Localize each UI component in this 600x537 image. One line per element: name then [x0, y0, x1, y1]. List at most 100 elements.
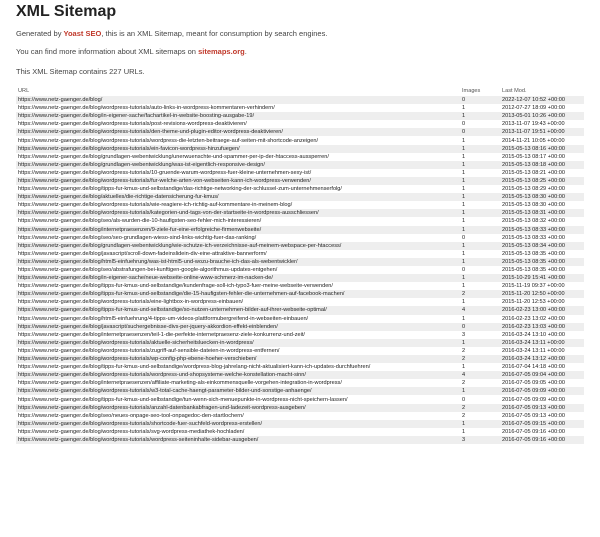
url-cell[interactable]: https://www.netz-gaenger.de/blog/seo/neu… [16, 411, 460, 420]
table-row: https://www.netz-gaenger.de/blog/html5-e… [16, 314, 584, 323]
url-cell[interactable]: https://www.netz-gaenger.de/blog/wordpre… [16, 201, 460, 210]
url-cell[interactable]: https://www.netz-gaenger.de/blog/javascr… [16, 249, 460, 258]
images-cell: 4 [460, 371, 500, 380]
url-cell[interactable]: https://www.netz-gaenger.de/blog/wordpre… [16, 355, 460, 364]
url-cell[interactable]: https://www.netz-gaenger.de/blog/grundla… [16, 241, 460, 250]
lastmod-cell: 2015-11-20 12:50 +00:00 [500, 290, 584, 299]
url-cell[interactable]: https://www.netz-gaenger.de/blog/interne… [16, 225, 460, 234]
url-cell[interactable]: https://www.netz-gaenger.de/blog/wordpre… [16, 346, 460, 355]
url-cell[interactable]: https://www.netz-gaenger.de/blog/wordpre… [16, 371, 460, 380]
images-cell: 1 [460, 282, 500, 291]
url-cell[interactable]: https://www.netz-gaenger.de/blog/wordpre… [16, 144, 460, 153]
sitemaps-org-link[interactable]: sitemaps.org [198, 47, 245, 56]
images-cell: 1 [460, 136, 500, 145]
images-cell: 1 [460, 144, 500, 153]
url-cell[interactable]: https://www.netz-gaenger.de/blog/wordpre… [16, 435, 460, 445]
intro-text: Generated by Yoast SEO, this is an XML S… [16, 29, 327, 38]
table-row: https://www.netz-gaenger.de/blog/wordpre… [16, 387, 584, 396]
lastmod-cell: 2012-07-27 18:09 +00:00 [500, 104, 584, 113]
more-suffix: . [244, 47, 247, 56]
table-row: https://www.netz-gaenger.de/blog/wordpre… [16, 419, 584, 428]
url-cell[interactable]: https://www.netz-gaenger.de/blog/wordpre… [16, 427, 460, 436]
url-cell[interactable]: https://www.netz-gaenger.de/blog/wordpre… [16, 128, 460, 137]
url-cell[interactable]: https://www.netz-gaenger.de/blog/tipps-f… [16, 290, 460, 299]
url-cell[interactable]: https://www.netz-gaenger.de/blog/wordpre… [16, 298, 460, 307]
url-cell[interactable]: https://www.netz-gaenger.de/blog/wordpre… [16, 338, 460, 347]
url-cell[interactable]: https://www.netz-gaenger.de/blog/html5-e… [16, 257, 460, 266]
url-cell[interactable]: https://www.netz-gaenger.de/blog/wordpre… [16, 209, 460, 218]
url-cell[interactable]: https://www.netz-gaenger.de/blog/wordpre… [16, 176, 460, 186]
images-cell: 1 [460, 419, 500, 428]
images-cell: 2 [460, 379, 500, 388]
table-row: https://www.netz-gaenger.de/blog/seo/als… [16, 217, 584, 226]
url-cell[interactable]: https://www.netz-gaenger.de/blog/wordpre… [16, 104, 460, 113]
lastmod-cell: 2015-05-13 08:17 +00:00 [500, 152, 584, 161]
url-cell[interactable]: https://www.netz-gaenger.de/blog/wordpre… [16, 120, 460, 129]
table-row: https://www.netz-gaenger.de/blog/tipps-f… [16, 185, 584, 194]
table-row: https://www.netz-gaenger.de/blog/javascr… [16, 249, 584, 258]
images-cell: 3 [460, 435, 500, 445]
lastmod-cell: 2016-07-04 14:18 +00:00 [500, 363, 584, 372]
url-cell[interactable]: https://www.netz-gaenger.de/blog/html5-e… [16, 314, 460, 323]
url-cell[interactable]: https://www.netz-gaenger.de/blog/tipps-f… [16, 282, 460, 291]
lastmod-cell: 2015-10-29 15:41 +00:00 [500, 274, 584, 283]
lastmod-cell: 2015-05-13 08:33 +00:00 [500, 233, 584, 242]
url-cell[interactable]: https://www.netz-gaenger.de/blog/tipps-f… [16, 395, 460, 404]
table-row: https://www.netz-gaenger.de/blog/seo/seo… [16, 233, 584, 242]
url-cell[interactable]: https://www.netz-gaenger.de/blog/seo/abs… [16, 265, 460, 275]
images-cell: 3 [460, 330, 500, 339]
url-cell[interactable]: https://www.netz-gaenger.de/blog/seo/als… [16, 217, 460, 226]
table-row: https://www.netz-gaenger.de/blog/tipps-f… [16, 290, 584, 299]
table-row: https://www.netz-gaenger.de/blog/javascr… [16, 322, 584, 331]
lastmod-cell: 2016-03-24 13:10 +00:00 [500, 330, 584, 339]
url-cell[interactable]: https://www.netz-gaenger.de/blog/wordpre… [16, 136, 460, 145]
images-cell: 1 [460, 201, 500, 210]
url-cell[interactable]: https://www.netz-gaenger.de/blog/wordpre… [16, 387, 460, 396]
images-cell: 2 [460, 346, 500, 355]
lastmod-cell: 2015-05-13 08:35 +00:00 [500, 265, 584, 275]
images-cell: 1 [460, 209, 500, 218]
images-cell: 0 [460, 95, 500, 105]
url-cell[interactable]: https://www.netz-gaenger.de/blog/ [16, 95, 460, 105]
images-cell: 0 [460, 128, 500, 137]
url-cell[interactable]: https://www.netz-gaenger.de/blog/tipps-f… [16, 306, 460, 315]
table-row: https://www.netz-gaenger.de/blog/in-eige… [16, 112, 584, 121]
table-row: https://www.netz-gaenger.de/blog/tipps-f… [16, 282, 584, 291]
url-cell[interactable]: https://www.netz-gaenger.de/blog/in-eige… [16, 112, 460, 121]
images-cell: 1 [460, 363, 500, 372]
table-row: https://www.netz-gaenger.de/blog/aktuell… [16, 193, 584, 202]
url-cell[interactable]: https://www.netz-gaenger.de/blog/wordpre… [16, 403, 460, 412]
images-cell: 1 [460, 112, 500, 121]
yoast-seo-link[interactable]: Yoast SEO [64, 29, 102, 38]
table-row: https://www.netz-gaenger.de/blog/in-eige… [16, 274, 584, 283]
images-cell: 1 [460, 387, 500, 396]
table-row: https://www.netz-gaenger.de/blog/tipps-f… [16, 363, 584, 372]
url-cell[interactable]: https://www.netz-gaenger.de/blog/seo/seo… [16, 233, 460, 242]
url-cell[interactable]: https://www.netz-gaenger.de/blog/aktuell… [16, 193, 460, 202]
column-header-url[interactable]: URL [16, 86, 460, 96]
images-cell: 0 [460, 120, 500, 129]
url-cell[interactable]: https://www.netz-gaenger.de/blog/javascr… [16, 322, 460, 331]
lastmod-cell: 2015-05-13 08:33 +00:00 [500, 225, 584, 234]
images-cell: 4 [460, 306, 500, 315]
url-cell[interactable]: https://www.netz-gaenger.de/blog/in-eige… [16, 274, 460, 283]
url-cell[interactable]: https://www.netz-gaenger.de/blog/tipps-f… [16, 363, 460, 372]
column-header-images[interactable]: Images [460, 86, 500, 96]
table-row: https://www.netz-gaenger.de/blog/wordpre… [16, 168, 584, 177]
column-header-lastmod[interactable]: Last Mod. [500, 86, 584, 96]
table-row: https://www.netz-gaenger.de/blog/interne… [16, 225, 584, 234]
url-cell[interactable]: https://www.netz-gaenger.de/blog/interne… [16, 330, 460, 339]
url-cell[interactable]: https://www.netz-gaenger.de/blog/wordpre… [16, 168, 460, 177]
table-row: https://www.netz-gaenger.de/blog/grundla… [16, 152, 584, 161]
images-cell: 1 [460, 193, 500, 202]
table-row: https://www.netz-gaenger.de/blog/wordpre… [16, 298, 584, 307]
table-row: https://www.netz-gaenger.de/blog/html5-e… [16, 257, 584, 266]
url-cell[interactable]: https://www.netz-gaenger.de/blog/tipps-f… [16, 185, 460, 194]
lastmod-cell: 2015-05-13 08:31 +00:00 [500, 209, 584, 218]
url-cell[interactable]: https://www.netz-gaenger.de/blog/grundla… [16, 152, 460, 161]
url-cell[interactable]: https://www.netz-gaenger.de/blog/grundla… [16, 160, 460, 169]
url-cell[interactable]: https://www.netz-gaenger.de/blog/interne… [16, 379, 460, 388]
table-row: https://www.netz-gaenger.de/blog/wordpre… [16, 104, 584, 113]
table-row: https://www.netz-gaenger.de/blog/seo/neu… [16, 411, 584, 420]
url-cell[interactable]: https://www.netz-gaenger.de/blog/wordpre… [16, 419, 460, 428]
